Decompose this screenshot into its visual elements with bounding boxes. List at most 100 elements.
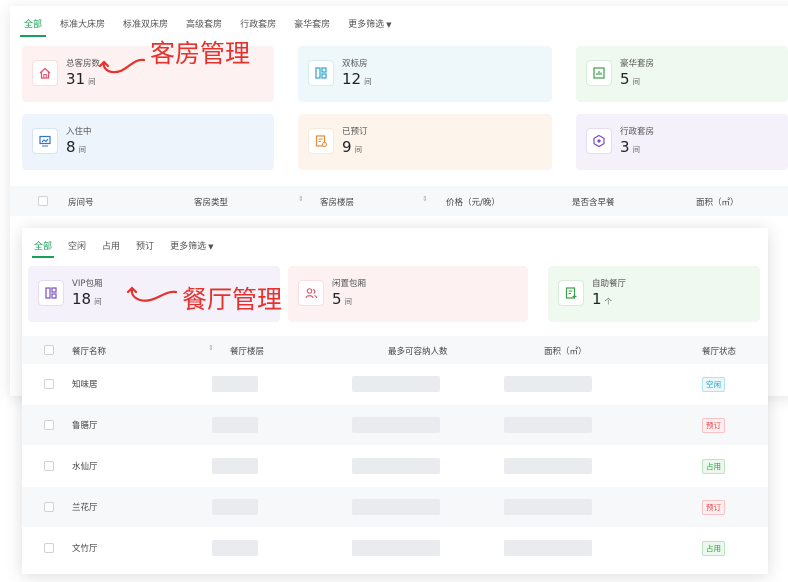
stat-card-booked[interactable]: 已预订 9间 [298,114,552,170]
booking-icon [308,128,334,154]
card-unit: 间 [632,77,641,86]
active-tab-indicator [20,35,46,37]
tab-standard-king[interactable]: 标准大床房 [60,17,105,30]
placeholder-cell [504,458,592,474]
dining-management-annotation: 餐厅管理 [182,285,283,314]
card-number: 8 [66,138,76,156]
room-management-annotation: 客房管理 [150,39,251,68]
card-number: 3 [620,138,630,156]
table-row[interactable]: 兰花厅 预订 [22,487,768,527]
card-unit: 间 [354,145,363,154]
col-restaurant-floor[interactable]: 餐厅楼层 [230,345,264,357]
active-tab-indicator [32,256,54,258]
card-number: 31 [66,70,86,88]
layout-icon [38,280,64,306]
status-badge: 空闲 [702,377,725,392]
monitor-icon [32,128,58,154]
more-filters-label: 更多筛选 [348,20,385,30]
table-row[interactable]: 文竹厅 占用 [22,528,768,568]
row-checkbox[interactable] [44,502,54,512]
table-row[interactable]: 水仙厅 占用 [22,446,768,486]
card-unit: 间 [344,297,353,306]
stat-card-buffet[interactable]: 自助餐厅 1个 [548,266,760,322]
row-checkbox[interactable] [44,379,54,389]
card-label: 总客房数 [66,59,101,69]
placeholder-cell [504,540,592,556]
sort-icon[interactable]: ⇕ [208,344,214,352]
card-number: 5 [332,290,342,308]
card-unit: 间 [94,297,102,306]
placeholder-cell [212,376,258,392]
select-all-checkbox[interactable] [38,196,48,206]
col-price[interactable]: 价格（元/晚） [446,196,500,208]
col-breakfast[interactable]: 是否含早餐 [572,196,615,208]
stat-card-checked-in[interactable]: 入住中 8间 [22,114,274,170]
col-max-capacity[interactable]: 最多可容纳人数 [388,345,448,357]
restaurant-name: 文竹厅 [72,544,98,554]
card-value: 5间 [332,290,352,308]
screenshot-stage: 全部 标准大床房 标准双床房 高级套房 行政套房 豪华套房 更多筛选 ▼ 总客房数… [0,0,788,582]
chart-icon [586,60,612,86]
tab-superior-suite[interactable]: 高级套房 [186,17,222,30]
stat-card-executive-suite[interactable]: 行政套房 3间 [576,114,788,170]
room-type-tabs: 全部 标准大床房 标准双床房 高级套房 行政套房 豪华套房 更多筛选 ▼ [24,17,410,30]
row-checkbox[interactable] [44,461,54,471]
tab-more-filters[interactable]: 更多筛选 ▼ [170,239,213,252]
card-label: 闲置包厢 [332,279,367,289]
card-label: 双标房 [342,59,368,69]
placeholder-cell [352,376,440,392]
tab-executive-suite[interactable]: 行政套房 [240,17,276,30]
placeholder-cell [504,499,592,515]
card-number: 9 [342,138,352,156]
card-value: 31 间 [66,70,96,88]
tab-occupied[interactable]: 占用 [102,239,120,252]
col-room-floor[interactable]: 客房楼层 [320,196,354,208]
sort-icon[interactable]: ⇕ [422,195,428,203]
col-room-number[interactable]: 房间号 [68,196,94,208]
layout-icon [308,60,334,86]
tab-all[interactable]: 全部 [24,17,42,30]
card-number: 12 [342,70,362,88]
col-area[interactable]: 面积（㎡） [696,196,739,208]
row-checkbox[interactable] [44,543,54,553]
placeholder-cell [352,458,440,474]
caret-down-icon: ▼ [208,243,214,251]
restaurant-name: 知味居 [72,380,98,390]
caret-down-icon: ▼ [386,21,392,29]
col-restaurant-status[interactable]: 餐厅状态 [702,345,736,357]
table-row[interactable]: 知味居 空闲 [22,364,768,404]
select-all-checkbox[interactable] [44,345,54,355]
card-number: 18 [72,290,92,308]
tab-all[interactable]: 全部 [34,239,52,252]
tab-reserved[interactable]: 预订 [136,239,154,252]
card-label: VIP包厢 [72,279,103,289]
row-checkbox[interactable] [44,420,54,430]
sort-icon[interactable]: ⇕ [298,195,304,203]
card-label: 入住中 [66,127,92,137]
card-label: 行政套房 [620,127,655,137]
card-unit: 间 [364,77,372,86]
more-filters-label: 更多筛选 [170,242,207,252]
restaurant-name: 兰花厅 [72,503,98,513]
card-label: 已预订 [342,127,368,137]
tab-standard-twin[interactable]: 标准双床房 [123,17,168,30]
dining-status-tabs: 全部 空闲 占用 预订 更多筛选 ▼ [34,239,231,252]
tab-deluxe-suite[interactable]: 豪华套房 [294,17,330,30]
table-row[interactable]: 鲁膳厅 预订 [22,405,768,445]
card-unit: 间 [632,145,641,154]
tab-more-filters[interactable]: 更多筛选 ▼ [348,17,391,30]
col-area[interactable]: 面积（㎡） [544,345,587,357]
card-unit: 间 [78,145,87,154]
stat-card-deluxe-suite[interactable]: 豪华套房 5间 [576,46,788,102]
curved-arrow-icon [126,286,178,302]
room-table-header: 房间号 客房类型 ⇕ 客房楼层 ⇕ 价格（元/晚） 是否含早餐 面积（㎡） [10,186,788,216]
stat-card-idle-room[interactable]: 闲置包厢 5间 [288,266,528,322]
tab-free[interactable]: 空闲 [68,239,86,252]
status-badge: 预订 [702,500,725,515]
col-restaurant-name[interactable]: 餐厅名称 [72,345,106,357]
placeholder-cell [212,540,258,556]
col-room-type[interactable]: 客房类型 [194,196,228,208]
placeholder-cell [352,540,440,556]
stat-card-twin-rooms[interactable]: 双标房 12 间 [298,46,552,102]
card-number: 1 [592,290,602,308]
